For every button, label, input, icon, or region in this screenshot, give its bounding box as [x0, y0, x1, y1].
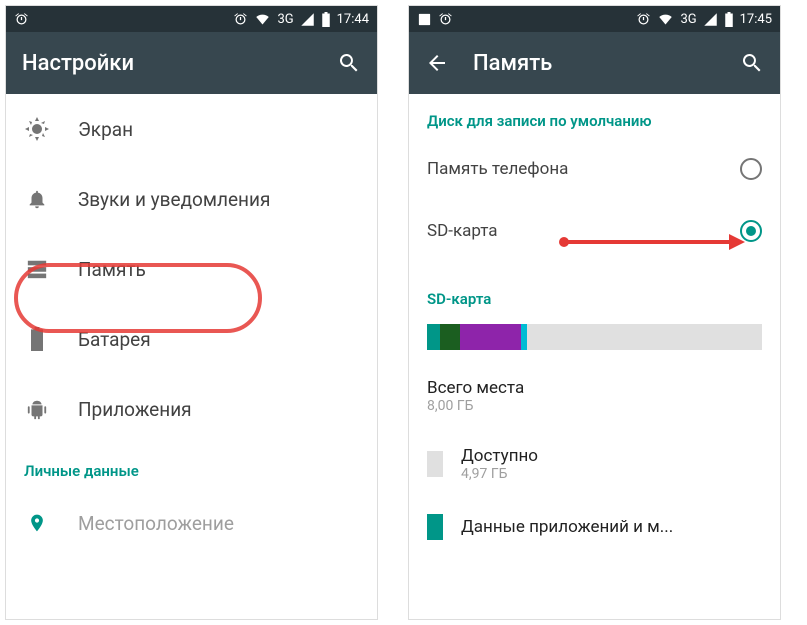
item-label: Экран: [78, 118, 359, 141]
item-display[interactable]: Экран: [6, 94, 377, 164]
page-title: Настройки: [22, 51, 313, 76]
search-icon[interactable]: [337, 51, 361, 75]
item-sound[interactable]: Звуки и уведомления: [6, 164, 377, 234]
radio-icon: [740, 220, 762, 242]
storage-title: Доступно: [461, 446, 538, 466]
swatch-icon: [427, 451, 443, 477]
android-icon: [24, 396, 50, 422]
page-title: Память: [473, 51, 716, 76]
signal-icon: [300, 12, 315, 27]
storage-apps[interactable]: Данные приложений и м...: [409, 498, 780, 556]
phone-storage: 3G 17:45 Память Диск для записи по умолч…: [408, 5, 781, 620]
battery-icon: [24, 326, 50, 352]
item-location[interactable]: Местоположение: [6, 488, 377, 558]
bell-icon: [24, 186, 50, 212]
clock-time: 17:45: [740, 12, 772, 27]
battery-icon: [724, 12, 734, 27]
clock-time: 17:44: [337, 12, 369, 27]
app-bar: Память: [409, 32, 780, 94]
alarm-icon: [438, 12, 453, 27]
wifi-icon: [254, 12, 271, 27]
signal-icon: [703, 12, 718, 27]
wifi-icon: [657, 12, 674, 27]
alarm-icon: [636, 12, 651, 27]
search-icon[interactable]: [740, 51, 764, 75]
network-label: 3G: [680, 12, 696, 27]
section-personal: Личные данные: [6, 444, 377, 488]
item-battery[interactable]: Батарея: [6, 304, 377, 374]
app-bar: Настройки: [6, 32, 377, 94]
swatch-icon: [427, 514, 443, 540]
item-label: Звуки и уведомления: [78, 188, 359, 211]
storage-sub: 8,00 ГБ: [427, 398, 524, 414]
section-default-disk: Диск для записи по умолчанию: [409, 94, 780, 138]
storage-usage-bar: [427, 324, 762, 350]
radio-icon: [740, 158, 762, 180]
status-bar: 3G 17:44: [6, 6, 377, 32]
status-bar: 3G 17:45: [409, 6, 780, 32]
storage-total[interactable]: Всего места 8,00 ГБ: [409, 362, 780, 430]
item-label: Батарея: [78, 328, 359, 351]
network-label: 3G: [277, 12, 293, 27]
battery-icon: [321, 12, 331, 27]
storage-available[interactable]: Доступно 4,97 ГБ: [409, 430, 780, 498]
item-label: Местоположение: [78, 512, 359, 535]
storage-title: Всего места: [427, 378, 524, 398]
item-label: Память: [78, 258, 359, 281]
item-storage[interactable]: Память: [6, 234, 377, 304]
radio-label: SD-карта: [427, 221, 724, 241]
radio-label: Память телефона: [427, 159, 724, 179]
item-apps[interactable]: Приложения: [6, 374, 377, 444]
alarm-icon: [14, 12, 29, 27]
back-icon[interactable]: [425, 51, 449, 75]
phone-settings: 3G 17:44 Настройки Экран Звуки и увед: [5, 5, 378, 620]
alarm-icon: [233, 12, 248, 27]
storage-icon: [24, 256, 50, 282]
brightness-icon: [24, 116, 50, 142]
radio-sd-card[interactable]: SD-карта: [409, 200, 780, 262]
section-sd: SD-карта: [409, 262, 780, 316]
image-icon: [417, 12, 432, 27]
location-icon: [24, 510, 50, 536]
item-label: Приложения: [78, 398, 359, 421]
radio-phone-memory[interactable]: Память телефона: [409, 138, 780, 200]
storage-title: Данные приложений и м...: [461, 517, 673, 537]
storage-sub: 4,97 ГБ: [461, 466, 538, 482]
